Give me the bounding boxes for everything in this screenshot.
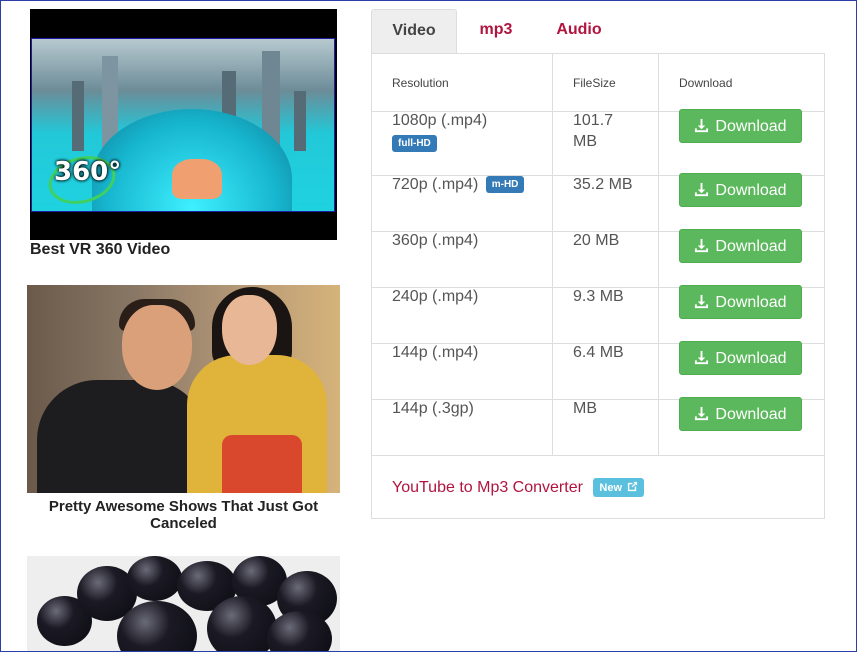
download-button-label: Download	[715, 406, 787, 423]
header-filesize: FileSize	[552, 53, 659, 112]
download-button[interactable]: Download	[679, 341, 802, 375]
table-row: 1080p (.mp4) full-HD 101.7 MB Download	[371, 109, 825, 176]
footer-cell: YouTube to Mp3 Converter New	[371, 455, 825, 519]
download-cell: Download	[658, 173, 825, 232]
resolution-label: 1080p (.mp4)	[392, 112, 488, 129]
table-row: 144p (.mp4) 6.4 MB Download	[371, 341, 825, 400]
building-shape	[72, 81, 84, 151]
download-button-label: Download	[715, 118, 787, 135]
video-card-title[interactable]: Pretty Awesome Shows That Just Got Cance…	[27, 498, 340, 532]
person-head	[222, 295, 277, 365]
table-row: 720p (.mp4) m-HD 35.2 MB Download	[371, 173, 825, 232]
download-cell: Download	[658, 229, 825, 288]
filesize-cell: MB	[552, 399, 659, 456]
download-cell: Download	[658, 109, 825, 176]
rider-feet	[172, 159, 222, 199]
download-icon	[695, 406, 709, 421]
download-button-label: Download	[715, 350, 787, 367]
header-download: Download	[658, 53, 825, 112]
building-shape	[294, 91, 306, 151]
olive-shape	[127, 556, 182, 601]
download-icon	[695, 350, 709, 365]
download-icon	[695, 238, 709, 253]
filesize-label: 20 MB	[573, 232, 620, 249]
filesize-label: 35.2 MB	[573, 176, 633, 193]
download-button[interactable]: Download	[679, 285, 802, 319]
person-head	[122, 305, 192, 390]
video-thumbnail-vr360[interactable]: 360°	[30, 9, 337, 240]
download-button[interactable]: Download	[679, 109, 802, 143]
filesize-label: 9.3 MB	[573, 288, 624, 305]
resolution-cell: 1080p (.mp4) full-HD	[371, 111, 553, 176]
resolution-label: 240p (.mp4)	[392, 288, 479, 305]
table-row: 240p (.mp4) 9.3 MB Download	[371, 285, 825, 344]
360-badge: 360°	[54, 157, 122, 187]
person-apron	[222, 435, 302, 493]
resolution-cell: 144p (.3gp)	[371, 399, 553, 456]
tab-mp3[interactable]: mp3	[463, 9, 529, 53]
download-cell: Download	[658, 285, 825, 344]
resolution-label: 144p (.3gp)	[392, 400, 474, 417]
download-icon	[695, 294, 709, 309]
resolution-label: 144p (.mp4)	[392, 344, 479, 361]
page-frame: 360° Best VR 360 Video Pretty Awesome Sh…	[0, 0, 857, 652]
thumbnail-image: 360°	[31, 38, 335, 212]
download-icon	[695, 182, 709, 197]
video-thumbnail-olives[interactable]	[27, 556, 340, 651]
resolution-cell: 360p (.mp4)	[371, 231, 553, 288]
table-row: 144p (.3gp) MB Download	[371, 397, 825, 456]
olive-shape	[207, 596, 277, 651]
download-button[interactable]: Download	[679, 397, 802, 431]
tab-audio[interactable]: Audio	[537, 9, 621, 53]
table-header-row: Resolution FileSize Download	[371, 53, 825, 112]
download-button-label: Download	[715, 182, 787, 199]
filesize-label: 101.7 MB	[573, 112, 614, 150]
external-link-icon	[627, 481, 638, 491]
filesize-cell: 101.7 MB	[552, 111, 659, 176]
resolution-label: 720p (.mp4)	[392, 176, 479, 193]
format-tabs: Video mp3 Audio	[371, 9, 825, 54]
resolution-cell: 144p (.mp4)	[371, 343, 553, 400]
new-badge-label: New	[599, 481, 623, 494]
download-button[interactable]: Download	[679, 173, 802, 207]
resolution-label: 360p (.mp4)	[392, 232, 479, 249]
quality-badge: full-HD	[392, 135, 437, 153]
video-card-title[interactable]: Best VR 360 Video	[30, 241, 170, 259]
download-cell: Download	[658, 341, 825, 400]
header-resolution: Resolution	[371, 53, 553, 112]
download-button-label: Download	[715, 238, 787, 255]
footer-row: YouTube to Mp3 Converter New	[371, 455, 825, 519]
person-figure	[37, 380, 207, 493]
download-panel: Video mp3 Audio Resolution FileSize Down…	[371, 9, 825, 519]
download-table: Resolution FileSize Download 1080p (.mp4…	[371, 53, 825, 519]
video-thumbnail-shows[interactable]	[27, 285, 340, 493]
resolution-cell: 240p (.mp4)	[371, 287, 553, 344]
filesize-cell: 20 MB	[552, 231, 659, 288]
download-button[interactable]: Download	[679, 229, 802, 263]
filesize-cell: 6.4 MB	[552, 343, 659, 400]
youtube-mp3-converter-link[interactable]: YouTube to Mp3 Converter	[392, 479, 583, 496]
filesize-cell: 9.3 MB	[552, 287, 659, 344]
download-button-label: Download	[715, 294, 787, 311]
new-badge[interactable]: New	[593, 477, 645, 497]
filesize-label: MB	[573, 400, 597, 417]
tab-video[interactable]: Video	[371, 9, 457, 53]
filesize-label: 6.4 MB	[573, 344, 624, 361]
download-icon	[695, 118, 709, 133]
filesize-cell: 35.2 MB	[552, 175, 659, 232]
quality-badge: m-HD	[485, 176, 525, 194]
table-row: 360p (.mp4) 20 MB Download	[371, 229, 825, 288]
resolution-cell: 720p (.mp4) m-HD	[371, 175, 553, 232]
download-cell: Download	[658, 397, 825, 456]
